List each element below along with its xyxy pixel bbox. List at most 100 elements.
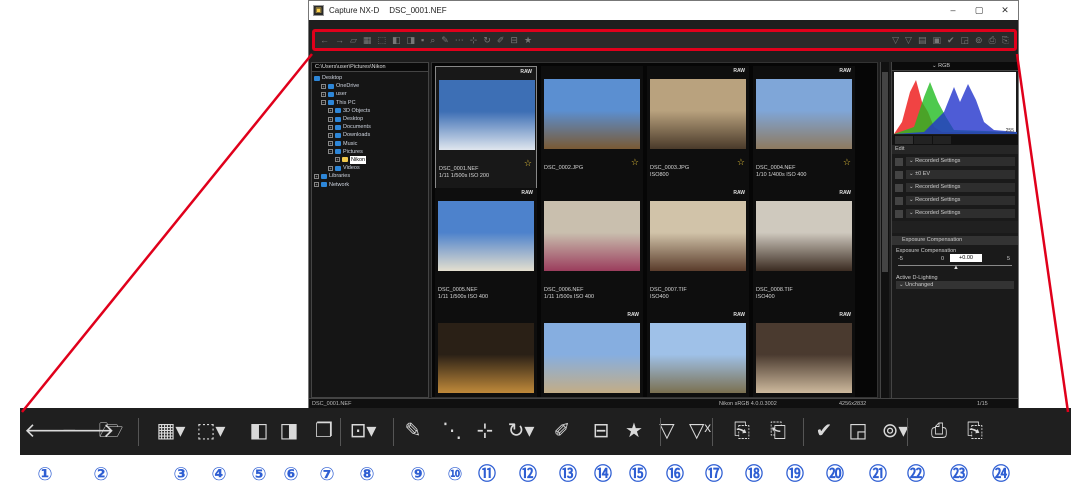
toolbar-icon-21[interactable]: ◲ xyxy=(961,35,970,46)
expand-icon[interactable]: + xyxy=(328,141,333,147)
expand-icon[interactable]: + xyxy=(314,173,319,179)
convert-icon[interactable]: ⎘ xyxy=(958,416,992,446)
edit-row[interactable]: ⌄ Recorded Settings xyxy=(895,195,1015,206)
checkmark-icon[interactable]: ✔ xyxy=(807,416,841,446)
toolbar-icon-1[interactable]: → xyxy=(335,35,344,45)
edit-select[interactable]: ⌄ Recorded Settings xyxy=(906,209,1015,218)
toolbar-icon-8[interactable]: ⌕ xyxy=(430,35,435,46)
retouch-brush-icon[interactable]: ✐ xyxy=(545,416,579,446)
folder-node[interactable]: + Documents xyxy=(314,123,428,131)
histogram-mode[interactable]: ⌄ RGB xyxy=(892,62,1018,71)
batch-process-icon[interactable]: ⎘ xyxy=(725,416,759,446)
thumbnail[interactable] xyxy=(435,310,537,397)
folder-node[interactable]: +3D Objects xyxy=(314,107,428,115)
star-icon[interactable]: ☆ xyxy=(524,158,532,169)
minimize-button[interactable]: – xyxy=(940,1,966,20)
toolbar-icon-9[interactable]: ✎ xyxy=(441,35,449,46)
toolbar-icon-15[interactable]: ★ xyxy=(524,35,532,46)
folder-node[interactable]: + Videos xyxy=(314,164,428,172)
toolbar-icon-5[interactable]: ◧ xyxy=(392,35,401,46)
adl-select[interactable]: ⌄ Unchanged xyxy=(896,281,1014,289)
photo-image[interactable] xyxy=(650,323,746,393)
rotate-icon[interactable]: ↻▾ xyxy=(504,416,538,446)
toolbar-icon-2[interactable]: ▱ xyxy=(350,35,357,46)
expand-icon[interactable]: + xyxy=(321,91,326,97)
toolbar-icon-22[interactable]: ⊚ xyxy=(975,35,983,46)
photo-image[interactable] xyxy=(650,201,746,271)
expand-icon[interactable]: + xyxy=(328,165,333,171)
folder-node[interactable]: − Pictures xyxy=(314,148,428,156)
toolbar-icon-24[interactable]: ⎘ xyxy=(1002,35,1009,46)
toolbar-icon-16[interactable]: ▽ xyxy=(892,35,899,46)
expand-icon[interactable]: − xyxy=(328,149,333,155)
stack-icon[interactable]: ❐ xyxy=(307,416,341,446)
photo-image[interactable] xyxy=(650,79,746,149)
edit-select[interactable]: ⌄ Recorded Settings xyxy=(906,183,1015,192)
thumbnail-grid-icon[interactable]: ▦▾ xyxy=(154,416,188,446)
straighten-icon[interactable]: ⋱ xyxy=(435,416,469,446)
expand-icon[interactable]: − xyxy=(321,100,326,106)
thumbnail[interactable]: RAW xyxy=(647,310,749,397)
photo-image[interactable] xyxy=(439,80,535,150)
folder-node[interactable]: + Desktop xyxy=(314,115,428,123)
toolbar-icon-10[interactable]: ⋯ xyxy=(455,35,464,46)
toolbar-icon-13[interactable]: ✐ xyxy=(497,35,505,46)
edit-row[interactable]: ⌄ Recorded Settings xyxy=(895,182,1015,193)
rating-star-icon[interactable]: ★ xyxy=(617,416,651,446)
folder-node[interactable]: + Downloads xyxy=(314,131,428,139)
photo-image[interactable] xyxy=(438,201,534,271)
slider-handle-icon[interactable]: ▲ xyxy=(953,265,959,271)
tab-edit[interactable] xyxy=(914,136,932,144)
folder-node[interactable]: + OneDrive xyxy=(314,82,428,90)
back-icon[interactable]: 🡐 xyxy=(24,416,78,446)
star-icon[interactable]: ☆ xyxy=(737,157,745,168)
edit-select[interactable]: ⌄ Recorded Settings xyxy=(906,196,1015,205)
thumbnail[interactable]: RAW xyxy=(753,310,855,397)
toolbar-icon-12[interactable]: ↻ xyxy=(483,35,491,46)
scrollbar-thumb[interactable] xyxy=(882,72,888,272)
brush-icon[interactable]: ✎ xyxy=(396,416,430,446)
toolbar-icon-6[interactable]: ◨ xyxy=(406,35,415,46)
expand-icon[interactable]: + xyxy=(321,83,326,89)
compare-left-icon[interactable]: ◧ xyxy=(242,416,276,446)
folder-node[interactable]: + user xyxy=(314,90,428,98)
open-with-icon[interactable]: ◲ xyxy=(841,416,875,446)
filter-icon[interactable]: ▽ xyxy=(650,416,684,446)
expand-icon[interactable]: + xyxy=(328,132,333,138)
compare-right-icon[interactable]: ◨ xyxy=(272,416,306,446)
close-button[interactable]: ✕ xyxy=(992,1,1018,20)
folder-node[interactable]: + Nikon xyxy=(314,155,428,164)
grid-scrollbar[interactable] xyxy=(880,62,889,398)
folder-node[interactable]: Desktop xyxy=(314,74,428,82)
toolbar-icon-23[interactable]: ⎙ xyxy=(989,35,996,46)
star-icon[interactable]: ☆ xyxy=(843,157,851,168)
filmstrip-icon[interactable]: ⬚▾ xyxy=(194,416,228,446)
edit-row[interactable]: ⌄ Recorded Settings xyxy=(895,208,1015,219)
toolbar-icon-3[interactable]: ▦ xyxy=(363,35,372,46)
photo-image[interactable] xyxy=(544,323,640,393)
print-icon[interactable]: ⎙ xyxy=(922,416,956,446)
cancel-batch-icon[interactable]: ⎗ xyxy=(761,416,795,446)
tab-tools[interactable] xyxy=(933,136,951,144)
edit-select[interactable]: ⌄ Recorded Settings xyxy=(906,157,1015,166)
open-folder-icon[interactable]: 🗁 xyxy=(94,416,128,446)
full-screen-icon[interactable]: ⊡▾ xyxy=(346,416,380,446)
edit-row[interactable]: ⌄ ±0 EV xyxy=(895,169,1015,180)
color-picker-icon[interactable]: ⊟ xyxy=(584,416,618,446)
star-icon[interactable]: ☆ xyxy=(631,157,639,168)
toolbar-icon-20[interactable]: ✔ xyxy=(947,35,955,46)
folder-node[interactable]: − This PC xyxy=(314,99,428,107)
toolbar-icon-14[interactable]: ⊟ xyxy=(510,35,518,46)
thumbnail[interactable]: RAW ☆ DSC_0003.JPG ISO800 xyxy=(647,66,749,190)
forward-icon[interactable]: 🡒 xyxy=(61,416,115,446)
toolbar-icon-4[interactable]: ⬚ xyxy=(377,35,386,46)
toolbar-icon-7[interactable]: ▪ xyxy=(421,35,424,45)
thumbnail[interactable]: RAW DSC_0007.TIF ISO400 xyxy=(647,188,749,312)
restore-button[interactable]: ▢ xyxy=(966,1,992,20)
thumbnail[interactable]: DSC_0006.NEF 1/11 1/500s ISO 400 xyxy=(541,188,643,312)
toolbar-icon-18[interactable]: ▤ xyxy=(918,35,927,46)
expand-icon[interactable]: + xyxy=(328,124,333,130)
photo-image[interactable] xyxy=(756,201,852,271)
expand-icon[interactable]: + xyxy=(314,182,319,188)
folder-node[interactable]: + Network xyxy=(314,180,428,188)
